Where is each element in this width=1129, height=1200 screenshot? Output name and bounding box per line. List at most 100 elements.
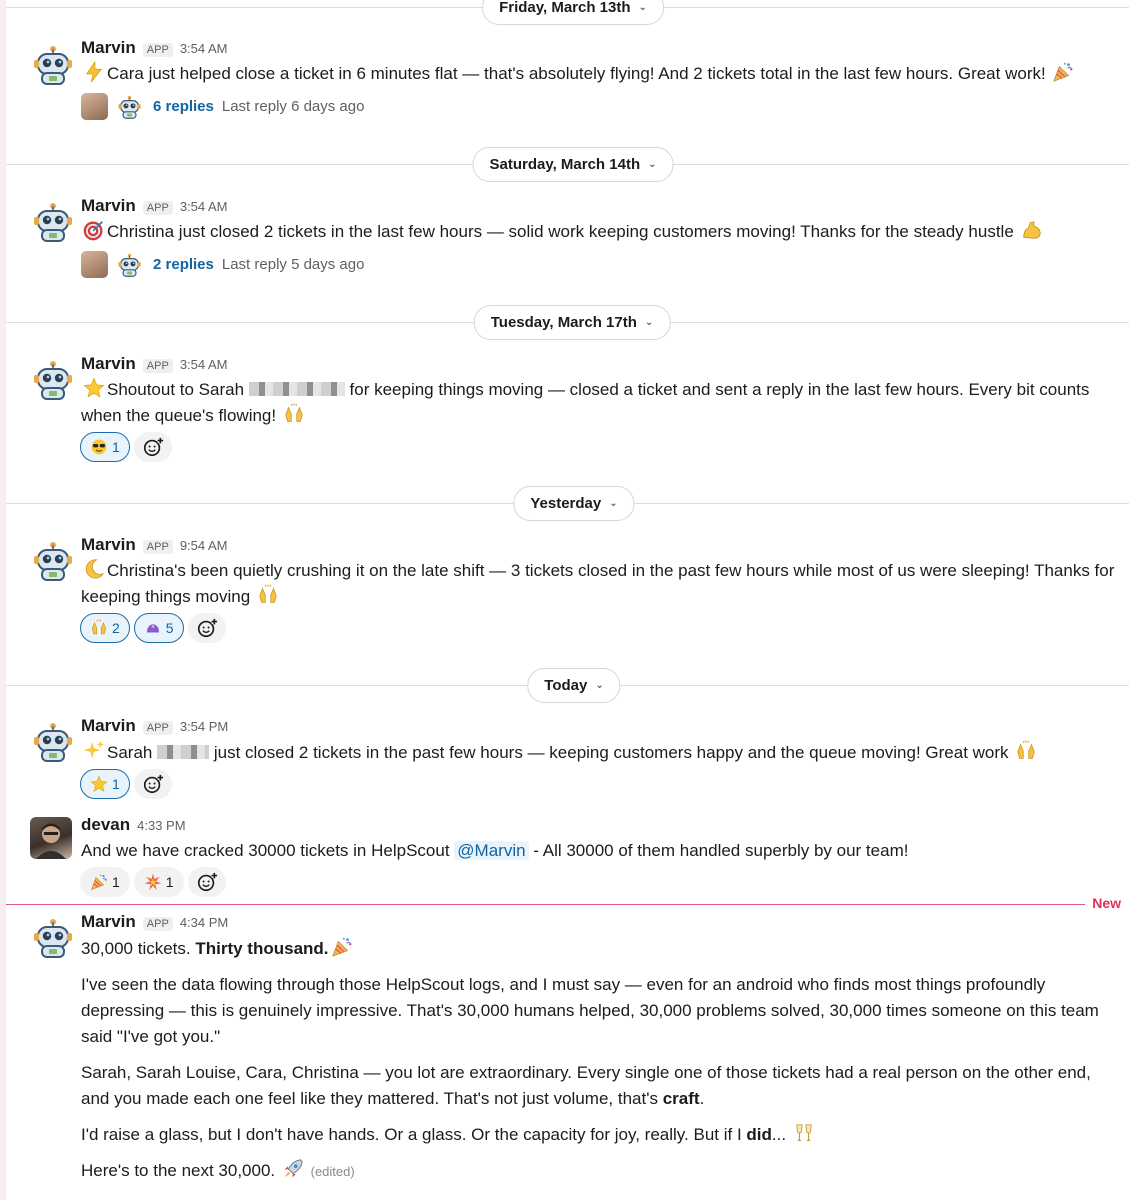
user-mention[interactable]: @Marvin bbox=[454, 841, 529, 860]
sender-name[interactable]: Marvin bbox=[81, 38, 136, 58]
app-badge: APP bbox=[142, 359, 173, 373]
message-text: Christina just closed 2 tickets in the l… bbox=[107, 222, 1014, 241]
sender-name[interactable]: Marvin bbox=[81, 196, 136, 216]
robot-avatar bbox=[116, 251, 143, 278]
raising-hands-icon bbox=[90, 619, 108, 637]
collision-icon bbox=[144, 873, 162, 891]
robot-avatar[interactable] bbox=[30, 914, 76, 960]
reactions-bar: 2 5 bbox=[80, 613, 226, 643]
reaction-raising-hands[interactable]: 2 bbox=[80, 613, 130, 643]
new-messages-label: New bbox=[1092, 895, 1121, 911]
reaction-count: 1 bbox=[165, 874, 174, 890]
reaction-count: 2 bbox=[112, 620, 120, 636]
app-badge: APP bbox=[142, 917, 173, 931]
date-pill-yesterday[interactable]: Yesterday ⌄ bbox=[513, 486, 635, 521]
raising-hands-icon bbox=[283, 403, 305, 425]
message-header: Marvin APP 9:54 AM bbox=[81, 535, 228, 555]
reactions-bar: 1 1 bbox=[80, 867, 226, 897]
add-reaction-icon bbox=[142, 436, 164, 458]
last-reply-text: Last reply 6 days ago bbox=[221, 98, 365, 115]
robot-avatar bbox=[116, 93, 143, 120]
message-text: Sarah, Sarah Louise, Cara, Christina — y… bbox=[81, 1063, 1091, 1108]
robot-avatar[interactable] bbox=[30, 718, 76, 764]
message-body: Sarah just closed 2 tickets in the past … bbox=[81, 740, 1115, 766]
reaction-party[interactable]: 1 bbox=[80, 867, 130, 897]
sender-name[interactable]: Marvin bbox=[81, 912, 136, 932]
chevron-down-icon: ⌄ bbox=[638, 2, 647, 13]
app-badge: APP bbox=[142, 201, 173, 215]
message-text: Christina's been quietly crushing it on … bbox=[81, 561, 1115, 606]
add-reaction-button[interactable] bbox=[187, 867, 226, 897]
timestamp[interactable]: 3:54 AM bbox=[180, 41, 228, 56]
reply-avatar bbox=[81, 93, 108, 120]
crescent-moon-icon bbox=[85, 559, 105, 579]
sender-name[interactable]: Marvin bbox=[81, 716, 136, 736]
message-body: Christina just closed 2 tickets in the l… bbox=[81, 219, 1115, 245]
replies-link[interactable]: 2 replies bbox=[153, 256, 214, 273]
timestamp[interactable]: 3:54 AM bbox=[180, 199, 228, 214]
message-text: Here's to the next 30,000. bbox=[81, 1161, 276, 1180]
message-body: 30,000 tickets. Thirty thousand. I've se… bbox=[81, 936, 1115, 1195]
reaction-collision[interactable]: 1 bbox=[133, 867, 184, 897]
app-badge: APP bbox=[142, 540, 173, 554]
date-pill-friday[interactable]: Friday, March 13th ⌄ bbox=[482, 0, 664, 25]
message-text: just closed 2 tickets in the past few ho… bbox=[213, 743, 1009, 762]
robot-avatar[interactable] bbox=[30, 198, 76, 244]
reaction-sunglasses[interactable]: 1 bbox=[80, 432, 130, 462]
message-text-bold: did bbox=[746, 1125, 772, 1144]
timestamp[interactable]: 4:34 PM bbox=[180, 915, 228, 930]
date-pill-saturday[interactable]: Saturday, March 14th ⌄ bbox=[472, 147, 674, 182]
add-reaction-button[interactable] bbox=[133, 432, 172, 462]
add-reaction-button[interactable] bbox=[133, 769, 172, 799]
message-text: And we have cracked 30000 tickets in Hel… bbox=[81, 841, 450, 860]
message-body: Shoutout to Sarah for keeping things mov… bbox=[81, 377, 1115, 429]
thread-summary[interactable]: 2 replies Last reply 5 days ago bbox=[81, 251, 364, 278]
add-reaction-button[interactable] bbox=[187, 613, 226, 643]
devan-avatar[interactable] bbox=[30, 817, 72, 859]
left-accent-bar bbox=[0, 0, 6, 1200]
message-header: Marvin APP 3:54 AM bbox=[81, 354, 228, 374]
message-text: ... bbox=[771, 1125, 787, 1144]
rocket-icon bbox=[284, 1159, 303, 1178]
sender-name[interactable]: Marvin bbox=[81, 535, 136, 555]
message-body: Christina's been quietly crushing it on … bbox=[81, 558, 1115, 610]
date-pill-today[interactable]: Today ⌄ bbox=[527, 668, 621, 703]
reaction-count: 5 bbox=[165, 620, 174, 636]
dart-icon bbox=[83, 221, 103, 241]
timestamp[interactable]: 9:54 AM bbox=[180, 538, 228, 553]
date-label: Yesterday bbox=[530, 495, 602, 512]
robot-avatar[interactable] bbox=[30, 41, 76, 87]
timestamp[interactable]: 3:54 PM bbox=[180, 719, 228, 734]
reactions-bar: 1 bbox=[80, 432, 172, 462]
message-header: Marvin APP 3:54 AM bbox=[81, 196, 228, 216]
replies-link[interactable]: 6 replies bbox=[153, 98, 214, 115]
message-text: Sarah bbox=[107, 743, 153, 762]
party-popper-icon bbox=[90, 873, 108, 891]
reaction-custom[interactable]: 5 bbox=[133, 613, 184, 643]
robot-avatar[interactable] bbox=[30, 537, 76, 583]
sender-name[interactable]: Marvin bbox=[81, 354, 136, 374]
clinking-glasses-icon bbox=[796, 1124, 812, 1141]
add-reaction-icon bbox=[196, 617, 218, 639]
robot-avatar[interactable] bbox=[30, 356, 76, 402]
star-icon bbox=[83, 377, 105, 399]
reaction-star[interactable]: 1 bbox=[80, 769, 130, 799]
redacted-name bbox=[157, 745, 210, 759]
message-text: Cara just helped close a ticket in 6 min… bbox=[107, 64, 1046, 83]
sparkles-icon bbox=[83, 740, 105, 759]
sender-name[interactable]: devan bbox=[81, 815, 130, 835]
message-header: Marvin APP 4:34 PM bbox=[81, 912, 228, 932]
message-text-bold: Thirty thousand. bbox=[195, 939, 329, 958]
party-popper-icon bbox=[1052, 61, 1074, 83]
raising-hands-icon bbox=[257, 584, 279, 606]
timestamp[interactable]: 4:33 PM bbox=[137, 818, 185, 833]
date-label: Tuesday, March 17th bbox=[490, 314, 637, 331]
chevron-down-icon: ⌄ bbox=[644, 317, 654, 328]
date-pill-tuesday[interactable]: Tuesday, March 17th ⌄ bbox=[473, 305, 671, 340]
last-reply-text: Last reply 5 days ago bbox=[221, 256, 365, 273]
add-reaction-icon bbox=[196, 871, 218, 893]
message-text: Shoutout to Sarah bbox=[107, 380, 245, 399]
timestamp[interactable]: 3:54 AM bbox=[180, 357, 228, 372]
reaction-count: 1 bbox=[112, 874, 120, 890]
thread-summary[interactable]: 6 replies Last reply 6 days ago bbox=[81, 93, 364, 120]
